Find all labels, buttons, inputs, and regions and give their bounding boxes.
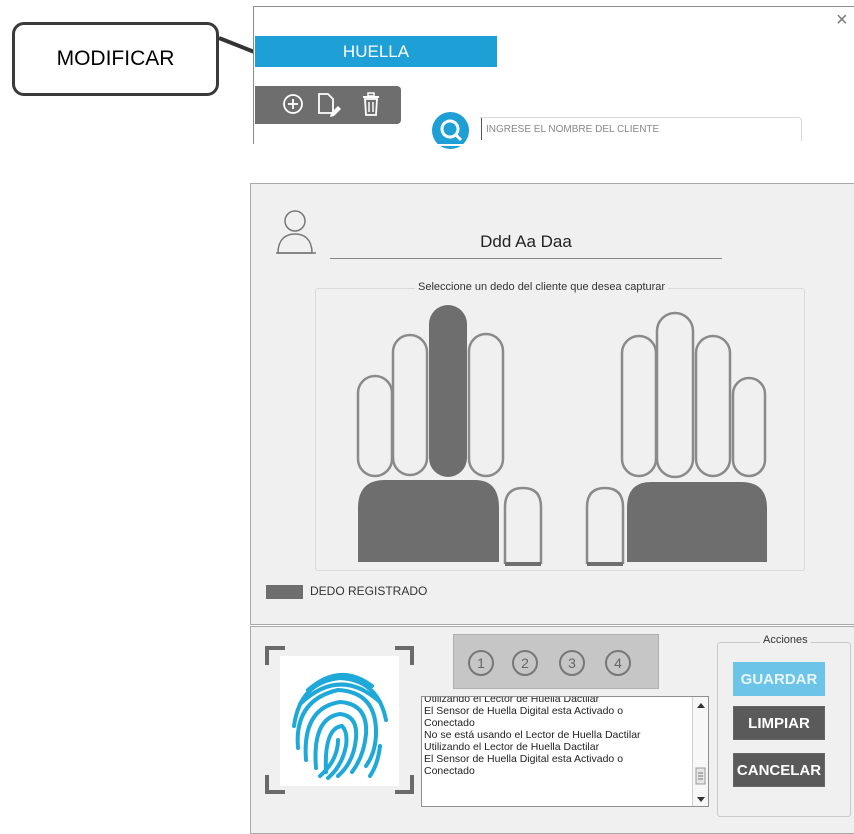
log-scrollbar[interactable] <box>692 697 708 806</box>
log-line: El Sensor de Huella Digital esta Activad… <box>424 753 624 765</box>
save-button[interactable]: GUARDAR <box>733 662 825 696</box>
step-indicators: 1 2 3 4 <box>468 650 638 676</box>
plus-circle-icon[interactable] <box>281 89 307 119</box>
tab-huella-label: HUELLA <box>342 41 410 61</box>
callout-box: MODIFICAR <box>12 22 219 96</box>
clear-button-label: LIMPIAR <box>748 714 810 732</box>
log-line: El Sensor de Huella Digital esta Activad… <box>424 705 624 717</box>
legend-label: DEDO REGISTRADO <box>310 584 428 598</box>
log-line: No se está usando el Lector de Huella Da… <box>424 729 641 741</box>
left-palm <box>358 480 499 562</box>
step-4: 4 <box>605 650 631 676</box>
left-index-finger[interactable] <box>467 332 505 478</box>
right-ring-finger[interactable] <box>694 334 732 478</box>
save-button-label: GUARDAR <box>740 670 818 688</box>
client-name: Ddd Aa Daa <box>330 226 722 259</box>
callout-label: MODIFICAR <box>56 47 175 70</box>
cancel-button-label: CANCELAR <box>736 761 822 779</box>
close-icon[interactable]: × <box>836 10 848 30</box>
log-line: Conectado <box>424 765 475 777</box>
status-log[interactable]: Utilizando el Lector de Huella Dactilar … <box>421 696 709 807</box>
left-middle-finger[interactable] <box>429 305 467 477</box>
left-ring-finger[interactable] <box>391 333 429 477</box>
clear-button[interactable]: LIMPIAR <box>733 706 825 740</box>
log-line: Utilizando el Lector de Huella Dactilar <box>424 741 600 753</box>
search-input[interactable] <box>481 118 781 140</box>
left-thumb[interactable] <box>503 486 543 564</box>
window-bottom-mask <box>253 144 854 146</box>
fingerprint-icon <box>292 672 388 780</box>
log-line: Conectado <box>424 717 475 729</box>
edit-document-icon[interactable] <box>315 89 345 119</box>
fingerprint-preview <box>280 656 399 786</box>
scroll-up-icon[interactable] <box>697 703 705 708</box>
right-index-finger[interactable] <box>620 334 658 478</box>
actions-title: Acciones <box>760 634 811 646</box>
right-thumb[interactable] <box>585 486 625 564</box>
right-little-finger[interactable] <box>731 376 767 478</box>
scroll-down-icon[interactable] <box>697 797 705 802</box>
step-2: 2 <box>512 650 538 676</box>
log-line: Utilizando el Lector de Huella Dactilar <box>424 696 600 705</box>
right-palm <box>627 482 767 562</box>
right-middle-finger[interactable] <box>655 311 695 479</box>
cancel-button[interactable]: CANCELAR <box>733 753 825 787</box>
step-3: 3 <box>559 650 585 676</box>
toolbar <box>255 86 401 124</box>
step-1: 1 <box>468 650 494 676</box>
legend-swatch <box>266 585 303 599</box>
hands-diagram <box>356 305 767 566</box>
log-lines: Utilizando el Lector de Huella Dactilar … <box>424 696 692 777</box>
user-icon <box>276 210 316 254</box>
left-little-finger[interactable] <box>356 374 394 478</box>
tab-huella[interactable]: HUELLA <box>255 36 497 67</box>
trash-icon[interactable] <box>359 89 385 119</box>
